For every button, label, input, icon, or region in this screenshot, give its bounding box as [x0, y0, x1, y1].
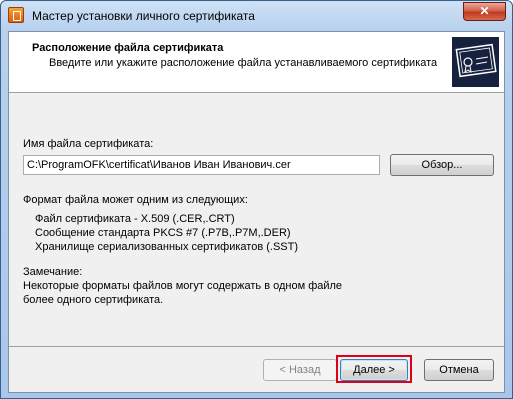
close-button[interactable]: ✕ — [463, 2, 506, 21]
header-subtitle: Введите или укажите расположение файла у… — [49, 57, 438, 69]
file-path-input[interactable] — [23, 155, 380, 175]
header-title: Расположение файла сертификата — [32, 42, 224, 54]
wizard-header: Расположение файла сертификата Введите и… — [9, 32, 504, 93]
close-icon: ✕ — [479, 4, 490, 18]
app-icon — [8, 7, 24, 23]
window-title: Мастер установки личного сертификата — [32, 9, 255, 23]
note-line: Некоторые форматы файлов могут содержать… — [23, 280, 343, 292]
wizard-window: Мастер установки личного сертификата ✕ Р… — [0, 0, 513, 399]
format-item: Файл сертификата - X.509 (.CER,.CRT) — [35, 213, 235, 225]
certificate-icon — [452, 37, 499, 87]
next-button[interactable]: Далее > — [340, 359, 408, 381]
footer-divider — [9, 346, 504, 347]
file-name-label: Имя файла сертификата: — [23, 138, 154, 150]
note-title: Замечание: — [23, 266, 83, 278]
wizard-client-area: Расположение файла сертификата Введите и… — [8, 31, 505, 393]
note-line: более одного сертификата. — [23, 294, 164, 306]
formats-intro: Формат файла может одним из следующих: — [23, 194, 248, 206]
title-bar[interactable]: Мастер установки личного сертификата ✕ — [1, 1, 512, 31]
cancel-button[interactable]: Отмена — [424, 359, 494, 381]
browse-button[interactable]: Обзор... — [390, 154, 494, 176]
back-button[interactable]: < Назад — [263, 359, 337, 381]
format-item: Сообщение стандарта PKCS #7 (.P7B,.P7M,.… — [35, 227, 291, 239]
format-item: Хранилище сериализованных сертификатов (… — [35, 241, 299, 253]
